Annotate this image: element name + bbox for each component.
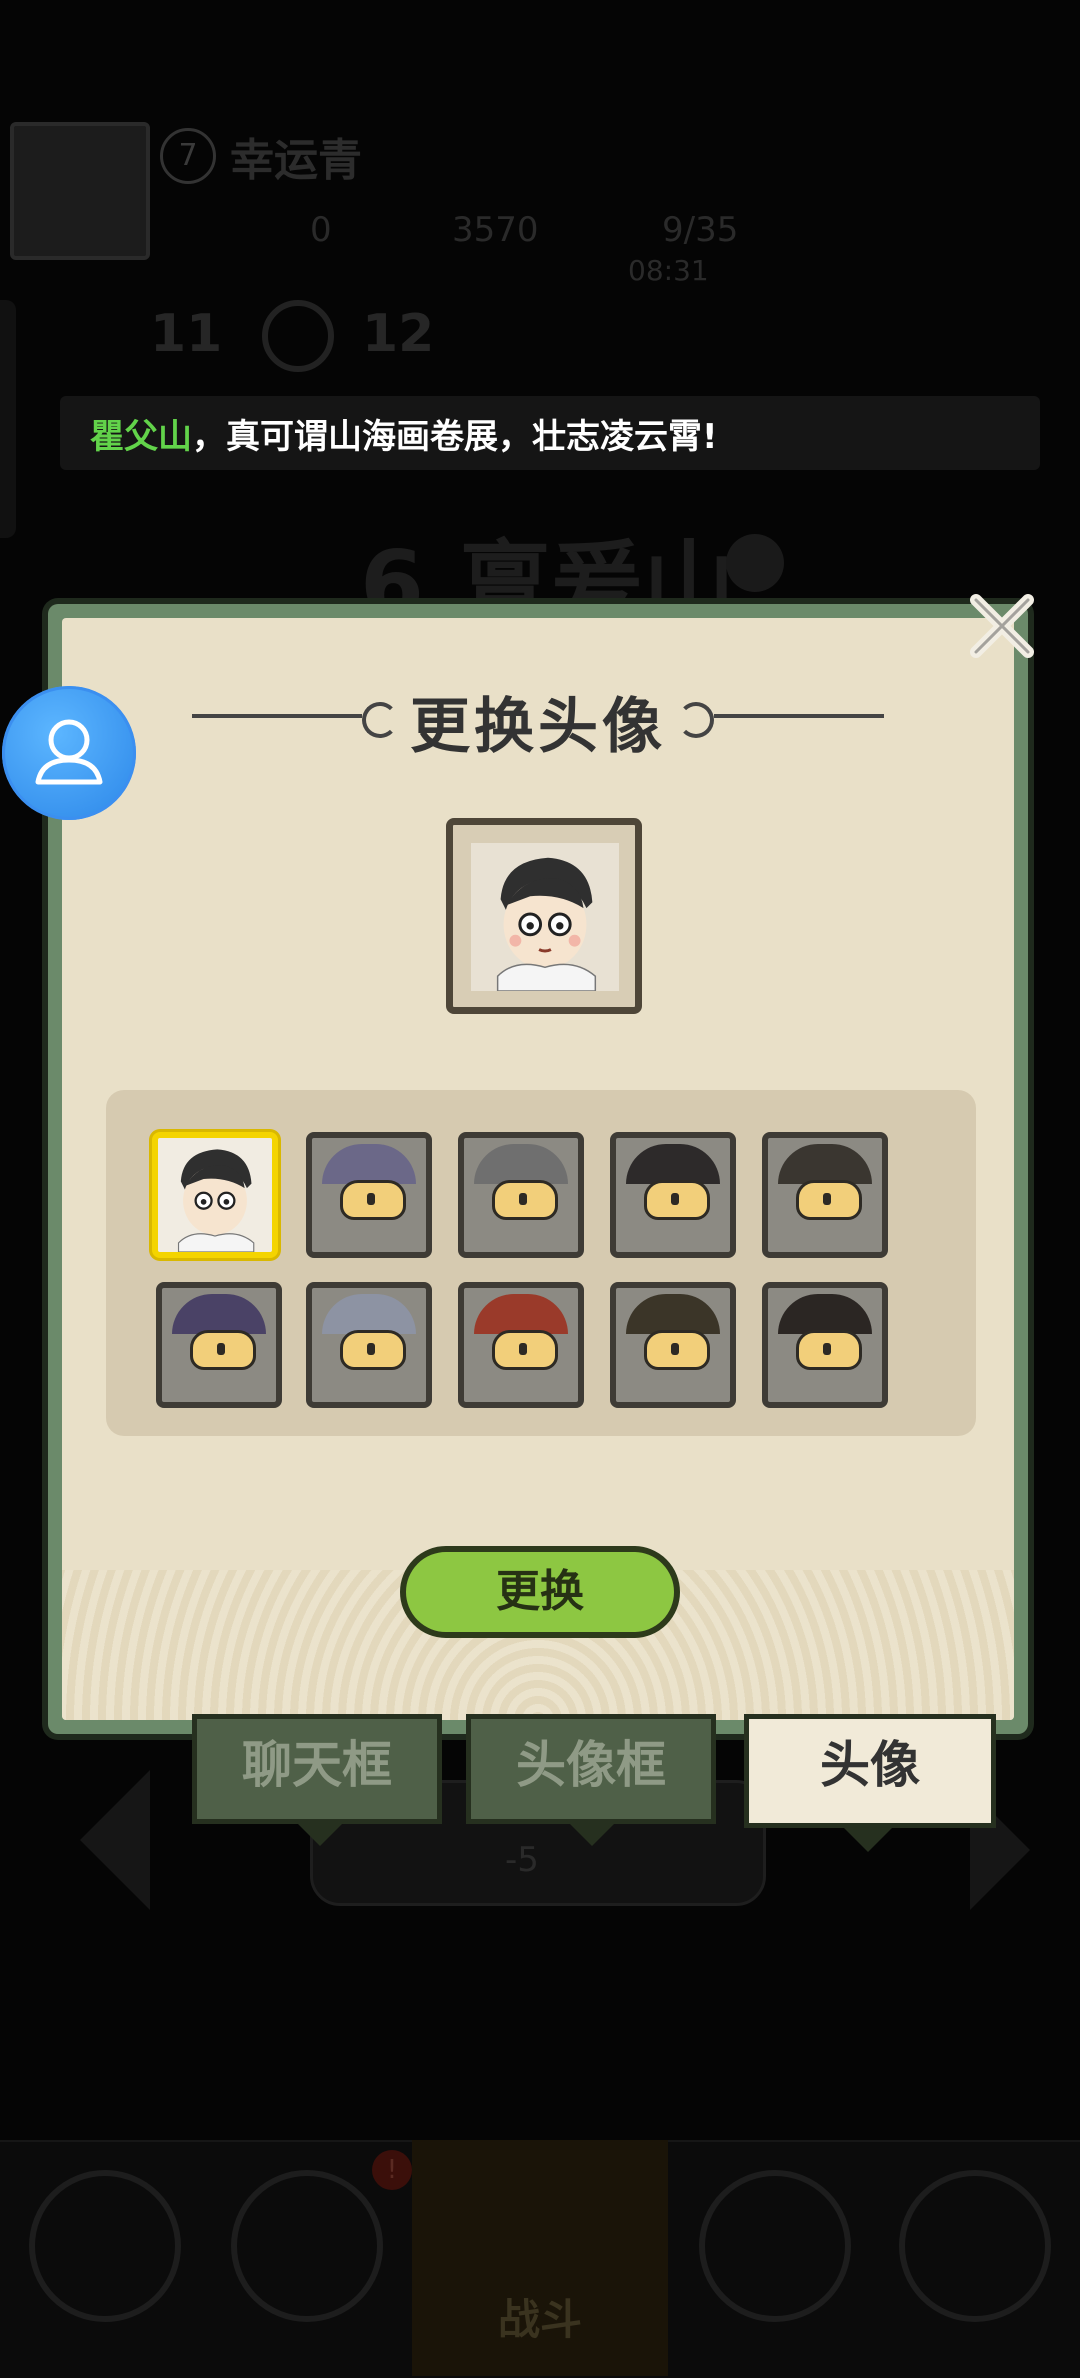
floating-user-button[interactable] bbox=[2, 686, 136, 820]
nav-item-2[interactable] bbox=[212, 2160, 402, 2350]
nav-icon bbox=[899, 2170, 1051, 2322]
resource-gems: 3570 bbox=[452, 210, 539, 250]
resource-stamina: 9/35 bbox=[662, 210, 739, 250]
tab-notch bbox=[842, 1826, 894, 1852]
dialog-panel: 更换头像 更换 bbox=[62, 618, 1014, 1720]
nav-battle-label: 战斗 bbox=[497, 2295, 582, 2344]
player-level: 7 bbox=[160, 128, 216, 184]
lock-icon bbox=[340, 1330, 406, 1370]
prev-stage-arrow-icon[interactable] bbox=[80, 1770, 150, 1910]
avatar-option-locked[interactable] bbox=[762, 1132, 888, 1258]
close-icon[interactable] bbox=[962, 586, 1042, 666]
avatar-option-locked[interactable] bbox=[762, 1282, 888, 1408]
tab-avatar-frame[interactable]: 头像框 bbox=[466, 1714, 716, 1824]
tab-chat-frame[interactable]: 聊天框 bbox=[192, 1714, 442, 1824]
lock-icon bbox=[796, 1180, 862, 1220]
stat-value-1: 11 bbox=[150, 304, 223, 364]
help-icon[interactable] bbox=[726, 534, 784, 592]
avatar-option-locked[interactable] bbox=[306, 1132, 432, 1258]
stamina-cost: -5 bbox=[505, 1840, 539, 1880]
stamina-timer: 08:31 bbox=[628, 254, 709, 287]
avatar-option-locked[interactable] bbox=[458, 1282, 584, 1408]
avatar-option-locked[interactable] bbox=[610, 1132, 736, 1258]
silhouette bbox=[626, 1294, 720, 1334]
notice-banner: 瞿父山 ，真可谓山海画卷展，壮志凌云霄! bbox=[60, 396, 1040, 470]
user-icon bbox=[35, 719, 103, 785]
nav-icon bbox=[29, 2170, 181, 2322]
avatar-preview bbox=[446, 818, 642, 1014]
avatar-option-locked[interactable] bbox=[306, 1282, 432, 1408]
side-drawer-handle[interactable] bbox=[0, 300, 16, 538]
avatar-option-locked[interactable] bbox=[156, 1282, 282, 1408]
stat-value-2: 12 bbox=[362, 304, 435, 364]
silhouette bbox=[626, 1144, 720, 1184]
player-avatar[interactable] bbox=[10, 122, 150, 260]
banner-text: ，真可谓山海画卷展，壮志凌云霄! bbox=[192, 416, 718, 457]
silhouette bbox=[322, 1294, 416, 1334]
avatar-option-locked[interactable] bbox=[458, 1132, 584, 1258]
silhouette bbox=[778, 1294, 872, 1334]
lock-icon bbox=[644, 1180, 710, 1220]
tab-notch bbox=[566, 1820, 618, 1846]
silhouette bbox=[322, 1144, 416, 1184]
banner-highlight: 瞿父山 bbox=[90, 416, 192, 457]
silhouette bbox=[474, 1294, 568, 1334]
scholar-face-icon bbox=[471, 843, 619, 991]
silhouette bbox=[172, 1294, 266, 1334]
change-avatar-dialog: 更换头像 更换 bbox=[48, 604, 1028, 1734]
nav-item-1[interactable] bbox=[10, 2160, 200, 2350]
tab-notch bbox=[294, 1820, 346, 1846]
silhouette bbox=[474, 1144, 568, 1184]
dialog-title: 更换头像 bbox=[410, 692, 666, 762]
tab-avatar[interactable]: 头像 bbox=[744, 1714, 996, 1828]
gear-icon[interactable] bbox=[262, 300, 334, 372]
scholar-face-icon bbox=[177, 1149, 255, 1252]
lock-icon bbox=[644, 1330, 710, 1370]
silhouette bbox=[778, 1144, 872, 1184]
resource-coins: 0 bbox=[310, 210, 332, 250]
swap-avatar-button[interactable]: 更换 bbox=[400, 1546, 680, 1638]
lock-icon bbox=[492, 1330, 558, 1370]
avatar-option-scholar[interactable] bbox=[152, 1132, 278, 1258]
nav-icon bbox=[231, 2170, 383, 2322]
nav-item-battle[interactable]: 战斗 bbox=[412, 2140, 668, 2376]
lock-icon bbox=[796, 1330, 862, 1370]
lock-icon bbox=[340, 1180, 406, 1220]
player-name: 幸运青 bbox=[230, 135, 362, 186]
nav-icon bbox=[699, 2170, 851, 2322]
nav-item-4[interactable] bbox=[680, 2160, 870, 2350]
lock-icon bbox=[190, 1330, 256, 1370]
lock-icon bbox=[492, 1180, 558, 1220]
notification-badge: ! bbox=[372, 2150, 412, 2190]
avatar-option-locked[interactable] bbox=[610, 1282, 736, 1408]
nav-item-5[interactable] bbox=[880, 2160, 1070, 2350]
